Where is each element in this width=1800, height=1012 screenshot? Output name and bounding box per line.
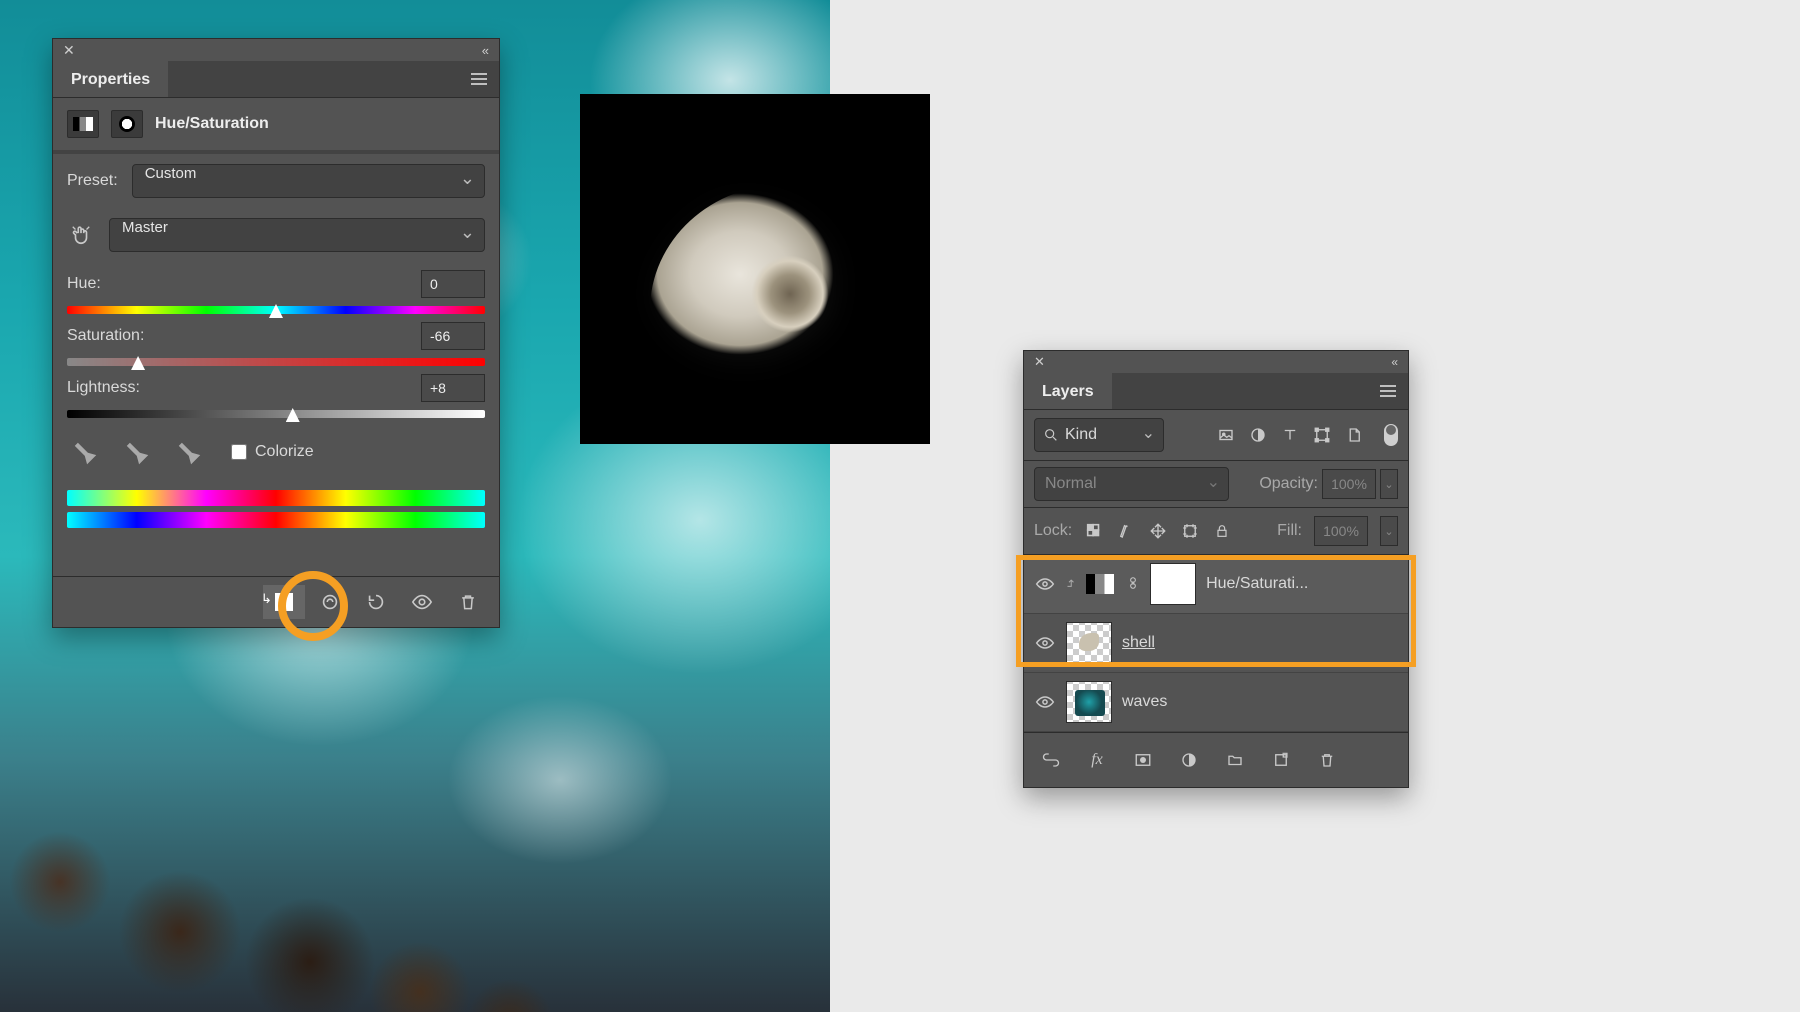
adjustment-title: Hue/Saturation: [155, 115, 269, 133]
eyedropper-add-icon[interactable]: [119, 436, 153, 468]
saturation-slider-thumb[interactable]: [131, 356, 145, 370]
mask-link-icon[interactable]: [1126, 574, 1140, 595]
eyedropper-subtract-icon[interactable]: [171, 436, 205, 468]
shell-canvas-thumbnail: [580, 94, 930, 444]
lightness-slider-track[interactable]: [67, 410, 485, 418]
filter-type-icon[interactable]: [1280, 425, 1300, 445]
filter-smartobject-icon[interactable]: [1344, 425, 1364, 445]
layer-list: ↵ Hue/Saturati... shell waves: [1024, 555, 1408, 732]
saturation-value-field[interactable]: -66: [421, 322, 485, 350]
fill-stepper[interactable]: ⌄: [1380, 516, 1398, 546]
reset-icon[interactable]: [355, 585, 397, 619]
collapse-icon[interactable]: «: [482, 43, 489, 58]
lock-artboard-icon[interactable]: [1180, 521, 1200, 541]
lock-position-icon[interactable]: [1148, 521, 1168, 541]
opacity-label: Opacity:: [1259, 475, 1318, 493]
collapse-icon[interactable]: «: [1391, 355, 1398, 369]
filter-pixel-icon[interactable]: [1216, 425, 1236, 445]
ocean-rocks: [0, 692, 830, 1012]
properties-panel-handle[interactable]: ✕ «: [53, 39, 499, 61]
hue-slider-thumb[interactable]: [269, 304, 283, 318]
visibility-icon[interactable]: [1034, 633, 1056, 653]
trash-icon[interactable]: [447, 585, 489, 619]
saturation-label: Saturation:: [67, 327, 144, 345]
lightness-slider-thumb[interactable]: [286, 408, 300, 422]
visibility-icon[interactable]: [1034, 574, 1056, 594]
visibility-toggle-icon[interactable]: [401, 585, 443, 619]
layer-mask-icon: [111, 110, 143, 138]
colorize-label: Colorize: [255, 443, 314, 461]
close-icon[interactable]: ✕: [1034, 354, 1045, 370]
opacity-value-field[interactable]: 100%: [1322, 469, 1376, 499]
colorize-checkbox-input[interactable]: [231, 444, 247, 460]
filter-adjustment-icon[interactable]: [1248, 425, 1268, 445]
lock-pixels-icon[interactable]: [1116, 521, 1136, 541]
panel-menu-icon[interactable]: [475, 61, 499, 97]
tab-properties[interactable]: Properties: [53, 61, 168, 97]
layer-thumbnail[interactable]: [1066, 622, 1112, 664]
layer-filter-kind-dropdown[interactable]: Kind: [1034, 418, 1164, 452]
opacity-stepper[interactable]: ⌄: [1380, 469, 1398, 499]
hue-slider-track[interactable]: [67, 306, 485, 314]
channel-dropdown[interactable]: Master: [109, 218, 485, 252]
hue-range-bar-top[interactable]: [67, 490, 485, 506]
hue-range-bar-bottom[interactable]: [67, 512, 485, 528]
tab-layers[interactable]: Layers: [1024, 373, 1112, 409]
new-layer-icon[interactable]: [1266, 743, 1296, 777]
lightness-label: Lightness:: [67, 379, 140, 397]
layer-row-hue-saturation[interactable]: ↵ Hue/Saturati...: [1024, 555, 1408, 614]
layer-mask-thumbnail[interactable]: [1150, 563, 1196, 605]
lightness-value-field[interactable]: +8: [421, 374, 485, 402]
fill-label: Fill:: [1277, 522, 1302, 540]
clip-indicator-icon: ↵: [1064, 579, 1078, 589]
add-mask-icon[interactable]: [1128, 743, 1158, 777]
layer-name[interactable]: Hue/Saturati...: [1206, 575, 1308, 593]
blend-mode-dropdown[interactable]: Normal: [1034, 467, 1229, 501]
hue-label: Hue:: [67, 275, 101, 293]
close-icon[interactable]: ✕: [63, 42, 75, 59]
preset-label: Preset:: [67, 172, 118, 190]
properties-panel: ✕ « Properties Hue/Saturation Preset: Cu…: [52, 38, 500, 628]
layer-filter-kind-label: Kind: [1065, 426, 1097, 444]
filter-toggle-switch[interactable]: [1384, 424, 1398, 446]
lock-all-icon[interactable]: [1212, 521, 1232, 541]
layer-name[interactable]: waves: [1122, 693, 1167, 711]
adjustment-thumbnail-icon: [1086, 574, 1114, 594]
lock-label: Lock:: [1034, 522, 1072, 540]
layer-name[interactable]: shell: [1122, 634, 1155, 652]
layers-panel: ✕ « Layers Kind Normal Opacity: 100% ⌄ L…: [1023, 350, 1409, 788]
new-group-icon[interactable]: [1220, 743, 1250, 777]
panel-menu-icon[interactable]: [1384, 373, 1408, 409]
layer-effects-icon[interactable]: fx: [1082, 743, 1112, 777]
fill-value-field[interactable]: 100%: [1314, 516, 1368, 546]
layer-row-shell[interactable]: shell: [1024, 614, 1408, 673]
link-layers-icon[interactable]: [1036, 743, 1066, 777]
saturation-slider-track[interactable]: [67, 358, 485, 366]
targeted-adjustment-tool-icon[interactable]: [67, 221, 95, 249]
add-adjustment-icon[interactable]: [1174, 743, 1204, 777]
layer-thumbnail[interactable]: [1066, 681, 1112, 723]
layers-panel-handle[interactable]: ✕ «: [1024, 351, 1408, 373]
previous-state-icon[interactable]: [309, 585, 351, 619]
visibility-icon[interactable]: [1034, 692, 1056, 712]
lock-transparency-icon[interactable]: [1084, 521, 1104, 541]
preset-dropdown[interactable]: Custom: [132, 164, 485, 198]
hue-value-field[interactable]: 0: [421, 270, 485, 298]
adjustment-type-icon: [67, 110, 99, 138]
filter-shape-icon[interactable]: [1312, 425, 1332, 445]
layer-row-waves[interactable]: waves: [1024, 673, 1408, 732]
trash-icon[interactable]: [1312, 743, 1342, 777]
clip-to-layer-button[interactable]: [263, 585, 305, 619]
eyedropper-icon[interactable]: [67, 436, 101, 468]
colorize-checkbox[interactable]: Colorize: [231, 443, 314, 461]
